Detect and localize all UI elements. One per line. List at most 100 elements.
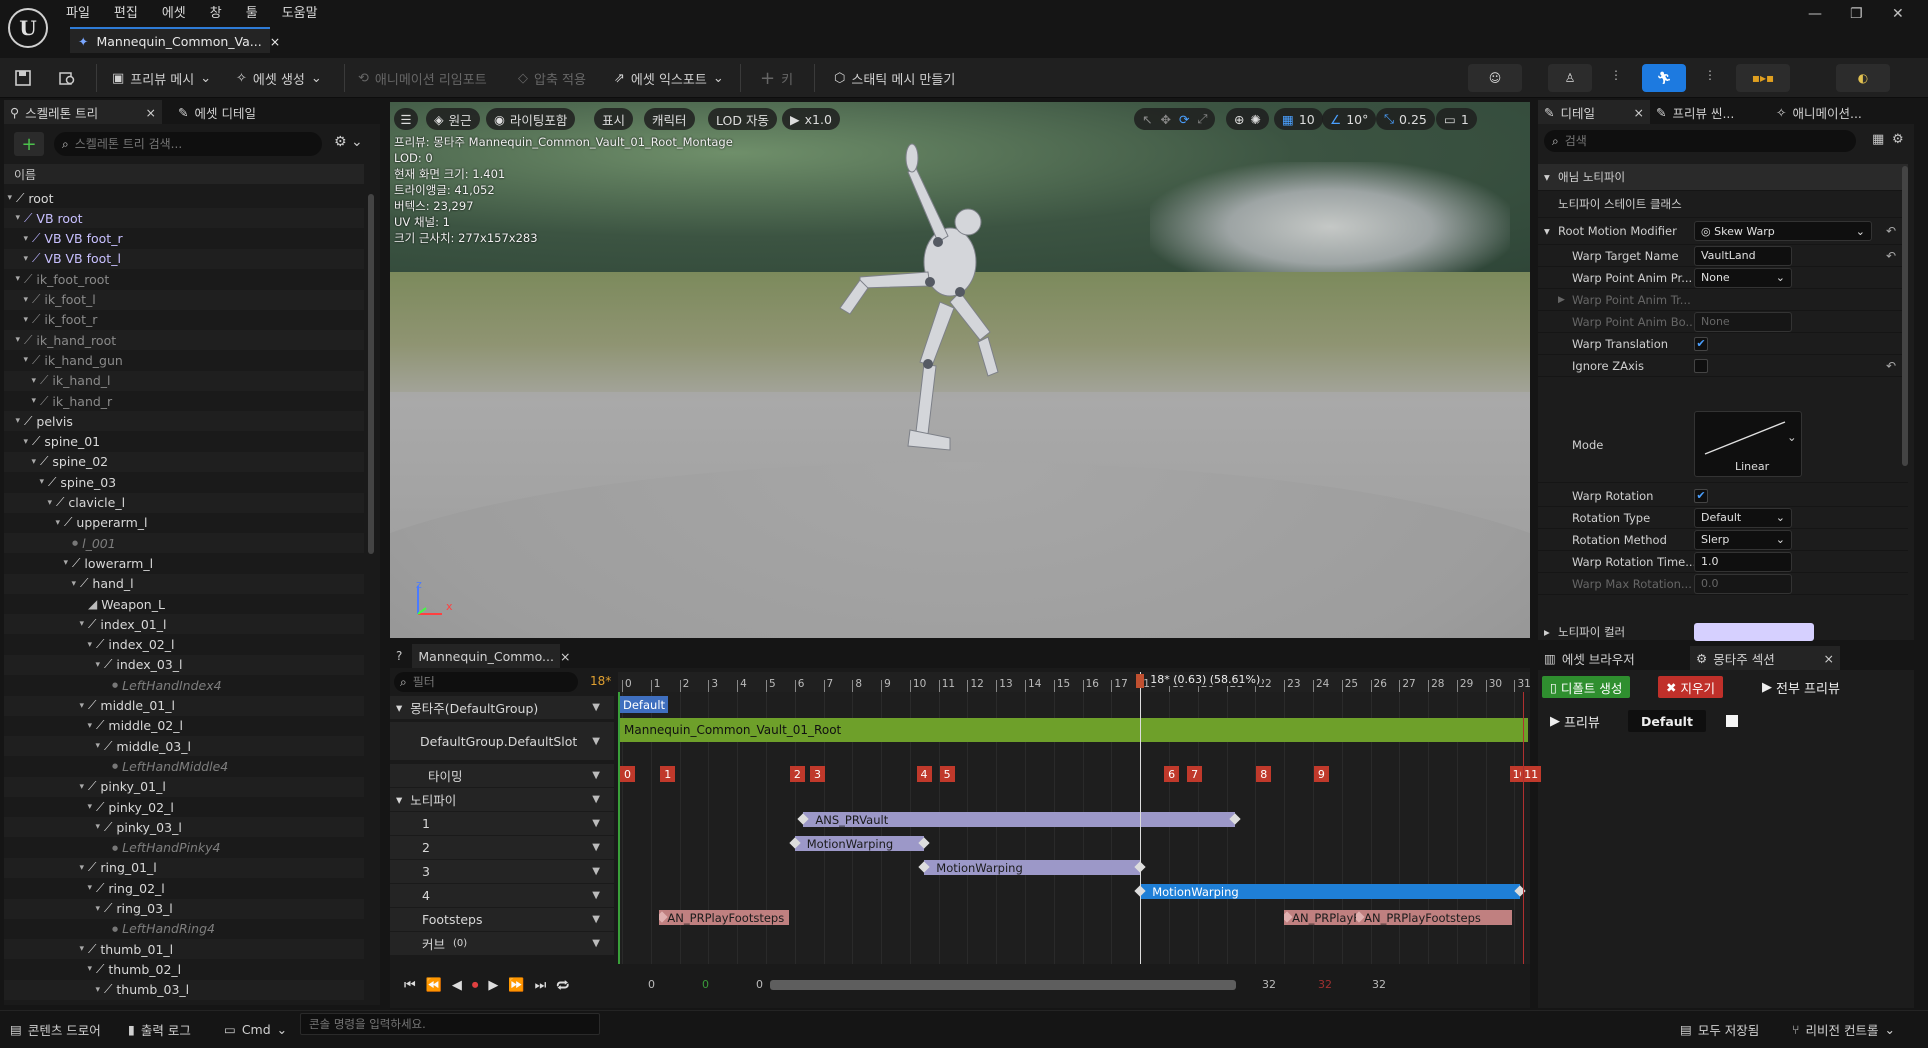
- property-dropdown[interactable]: Default ⌄: [1694, 507, 1792, 528]
- record-icon[interactable]: ⏺: [472, 978, 479, 993]
- notifies-track[interactable]: ▾ 노티파이 ▼: [390, 788, 614, 811]
- timing-marker[interactable]: 3: [810, 766, 825, 782]
- menu-item[interactable]: 에셋: [162, 2, 186, 21]
- clear-button[interactable]: ✖ 지우기: [1658, 676, 1723, 698]
- tree-row[interactable]: ▾ ⟋ index_01_l: [4, 614, 364, 635]
- timing-marker[interactable]: 1: [660, 766, 676, 782]
- tab-asset-details[interactable]: ✎ 에셋 디테일: [172, 100, 262, 124]
- tree-row[interactable]: ▾ ⟋ spine_01: [4, 432, 364, 452]
- document-tab[interactable]: ✦ Mannequin_Common_Va... ×: [70, 27, 280, 53]
- slot-segment[interactable]: Mannequin_Common_Vault_01_Root: [620, 718, 1528, 742]
- lod-auto-button[interactable]: LOD 자동: [708, 108, 777, 130]
- dropdown-arrow-icon[interactable]: ▼: [592, 914, 600, 925]
- tree-row[interactable]: ● LeftHandPinky4: [4, 838, 364, 858]
- timing-marker[interactable]: 0: [620, 766, 635, 782]
- dropdown-arrow-icon[interactable]: ▼: [592, 770, 600, 781]
- slot-track[interactable]: DefaultGroup.DefaultSlot ▼: [390, 722, 614, 760]
- grid-snap-button[interactable]: ▦ 10: [1274, 108, 1323, 130]
- dropdown-arrow-icon[interactable]: ▼: [592, 736, 600, 747]
- revision-control-button[interactable]: ⑂ 리비전 컨트롤 ⌄: [1792, 1018, 1895, 1040]
- montage-group-track[interactable]: ▾ 몽타주(DefaultGroup) ▼: [390, 696, 614, 719]
- reset-icon[interactable]: ↶: [1886, 224, 1896, 238]
- notify-state[interactable]: MotionWarping: [789, 836, 930, 851]
- notify-track-row[interactable]: 1 ▼: [390, 812, 614, 835]
- notify-end-handle[interactable]: [918, 837, 930, 849]
- create-default-button[interactable]: ▯ 디폴트 생성: [1542, 676, 1631, 698]
- default-section-button[interactable]: Default: [1628, 710, 1706, 732]
- reimport-button[interactable]: ⟲ 애니메이션 리임포트: [358, 66, 487, 90]
- step-forward-icon[interactable]: ⏩: [508, 978, 524, 993]
- tree-row[interactable]: ▾ ⟋ pinky_03_l: [4, 817, 364, 838]
- perspective-button[interactable]: ◈ 원근: [426, 108, 480, 130]
- close-icon[interactable]: ×: [146, 105, 156, 120]
- notify-track-row[interactable]: 2 ▼: [390, 836, 614, 859]
- preview-viewport[interactable]: ☰ ◈ 원근 ◉ 라이팅포함 표시 캐릭터 LOD 자동 ▶ x1.0 ↖ ✥ ⟳ ⤢…: [390, 102, 1530, 638]
- tree-row[interactable]: ◢ Weapon_L: [4, 594, 364, 614]
- tab-anim-settings[interactable]: ✧ 애니메이션...: [1770, 100, 1868, 124]
- menu-item[interactable]: 편집: [114, 2, 138, 21]
- chevron-right-icon[interactable]: ▶: [1558, 295, 1565, 305]
- tree-row[interactable]: ▾ ⟋ pinky_01_l: [4, 776, 364, 797]
- more-options-icon[interactable]: ⋮: [1610, 68, 1622, 82]
- timing-marker[interactable]: 7: [1187, 766, 1203, 782]
- timeline-track-area[interactable]: 0123456789101112131415161718192021222324…: [618, 672, 1542, 964]
- table-view-icon[interactable]: ▦: [1872, 132, 1884, 147]
- tree-row[interactable]: ▾ ⟋ middle_03_l: [4, 736, 364, 757]
- menu-item[interactable]: 툴: [246, 2, 258, 21]
- tree-row[interactable]: ▾ ⟋ thumb_02_l: [4, 959, 364, 979]
- move-icon[interactable]: ✥: [1160, 112, 1170, 127]
- surface-snap-icon[interactable]: ✺: [1250, 112, 1260, 127]
- menu-item[interactable]: 파일: [66, 2, 90, 21]
- window-close-icon[interactable]: ✕: [1892, 6, 1904, 22]
- skeleton-search-input[interactable]: [74, 137, 295, 151]
- playhead-handle[interactable]: [1136, 674, 1145, 688]
- timing-marker[interactable]: 11: [1521, 766, 1542, 782]
- tree-row[interactable]: ▾ ⟋ ring_03_l: [4, 898, 364, 919]
- playhead-line[interactable]: [1140, 672, 1142, 964]
- tree-row[interactable]: ▾ ⟋ spine_02: [4, 451, 364, 472]
- dropdown-arrow-icon[interactable]: ▼: [592, 842, 600, 853]
- property-dropdown[interactable]: None ⌄: [1694, 267, 1792, 288]
- minimize-icon[interactable]: —: [1808, 6, 1822, 22]
- dropdown-arrow-icon[interactable]: ▼: [592, 702, 600, 713]
- select-icon[interactable]: ↖: [1142, 112, 1152, 127]
- dropdown-arrow-icon[interactable]: ▼: [592, 818, 600, 829]
- output-log-button[interactable]: ▮ 출력 로그: [128, 1018, 191, 1040]
- tab-skeleton-tree[interactable]: ⚲ 스켈레톤 트리 ×: [4, 100, 162, 124]
- tree-row[interactable]: ▾ ⟋ lowerarm_l: [4, 553, 364, 573]
- category-anim-notify[interactable]: ▾ 애님 노티파이: [1538, 164, 1908, 191]
- angle-snap-button[interactable]: ∠ 10°: [1322, 108, 1377, 130]
- notify-color-swatch[interactable]: [1694, 622, 1814, 641]
- menu-item[interactable]: 창: [210, 2, 222, 21]
- tree-row[interactable]: ▾ ⟋ ik_hand_r: [4, 391, 364, 411]
- timing-marker[interactable]: 4: [916, 766, 932, 782]
- timing-marker[interactable]: 8: [1256, 766, 1272, 782]
- step-back-icon[interactable]: ⏪: [426, 978, 442, 993]
- tree-row[interactable]: ▾ ⟋ spine_03: [4, 472, 364, 492]
- world-icon[interactable]: ⊕: [1234, 112, 1244, 127]
- details-search-input[interactable]: [1564, 134, 1825, 148]
- unreal-logo-icon[interactable]: U: [8, 8, 48, 48]
- export-asset-button[interactable]: ⇗ 에셋 익스포트 ⌄: [614, 66, 724, 90]
- property-checkbox[interactable]: ✔: [1694, 488, 1708, 503]
- skeleton-mode-button[interactable]: ☺: [1468, 64, 1522, 92]
- tree-row[interactable]: ▾ ⟋ ik_hand_root: [4, 330, 364, 351]
- tree-row[interactable]: ▾ ⟋ ring_02_l: [4, 878, 364, 898]
- tree-row[interactable]: ▾ ⟋ ik_foot_root: [4, 269, 364, 289]
- tree-row[interactable]: ▾ ⟋ upperarm_l: [4, 513, 364, 533]
- more-options-icon[interactable]: ⋮: [1704, 68, 1716, 82]
- tab-asset-browser[interactable]: ▥ 에셋 브라우저: [1538, 646, 1690, 670]
- scale-icon[interactable]: ⤢: [1197, 111, 1207, 127]
- section-link-box[interactable]: [1726, 715, 1738, 727]
- character-button[interactable]: 캐릭터: [644, 108, 695, 130]
- tab-details[interactable]: ✎ 디테일 ×: [1538, 100, 1650, 124]
- notify-track-row[interactable]: 4 ▼: [390, 884, 614, 907]
- dropdown-arrow-icon[interactable]: ▼: [592, 794, 600, 805]
- tree-row[interactable]: ▾ ⟋ ring_01_l: [4, 857, 364, 878]
- gear-icon[interactable]: ⚙: [1892, 132, 1904, 147]
- tree-row[interactable]: ▾ ⟋ pelvis: [4, 411, 364, 432]
- tree-row[interactable]: ▾ ⟋ index_02_l: [4, 635, 364, 655]
- console-input[interactable]: [300, 1013, 600, 1035]
- notify-state[interactable]: MotionWarping: [918, 860, 1146, 875]
- tree-row[interactable]: ▾ ⟋ ik_foot_r: [4, 310, 364, 330]
